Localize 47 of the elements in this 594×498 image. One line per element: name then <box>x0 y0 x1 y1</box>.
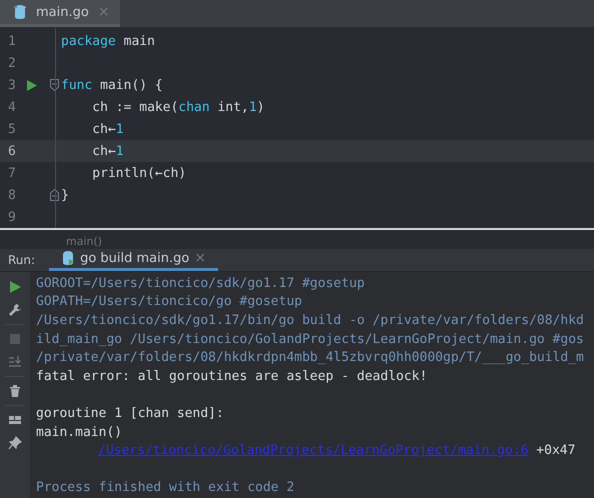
run-label: Run: <box>7 252 36 267</box>
close-icon[interactable]: × <box>98 4 110 20</box>
line-number: 4 <box>7 100 17 115</box>
code-token: main <box>122 34 155 49</box>
line-number: 1 <box>7 34 17 49</box>
code-token: 1 <box>248 100 257 115</box>
code-token: ) <box>256 100 265 115</box>
line-number: 2 <box>7 56 17 71</box>
code-token: int, <box>216 100 249 115</box>
code-token: chan <box>178 100 210 115</box>
line-number: 7 <box>7 166 17 181</box>
console-line: Process finished with exit code 2 <box>36 479 296 498</box>
console-line: /Users/tioncico/sdk/go1.17/bin/go build -o /private/var/folders/08/hkd <box>36 312 584 330</box>
line-number: 6 <box>7 144 17 159</box>
play-icon[interactable] <box>27 80 37 91</box>
fold-icon[interactable] <box>50 189 59 202</box>
breadcrumb[interactable]: main() <box>0 234 102 249</box>
line-number: 5 <box>7 122 17 137</box>
fold-icon[interactable] <box>50 79 59 92</box>
line-number: 9 <box>7 210 17 225</box>
console-line: /private/var/folders/08/hkdkrdpn4mbb_4l5zbvrq0hh0000gp/T/___go_build_m <box>36 349 584 368</box>
tab-label: main.go <box>36 4 89 20</box>
code-token: package <box>61 34 116 49</box>
code-token: ch← <box>91 122 116 137</box>
code-token: println(←ch) <box>91 166 186 181</box>
code-token: } <box>61 188 69 203</box>
close-icon[interactable]: × <box>194 250 206 266</box>
code-token: main() { <box>99 78 163 93</box>
console-line: fatal error: all goroutines are asleep - deadlock! <box>36 368 428 386</box>
code-token: 1 <box>116 122 124 137</box>
line-number: 3 <box>7 78 17 93</box>
tab-label: go build main.go <box>80 250 190 266</box>
pin-icon[interactable] <box>7 434 23 452</box>
run-tab[interactable]: go build main.go × <box>49 248 218 271</box>
console-line: GOROOT=/Users/tioncico/sdk/go1.17 #gosetup <box>36 274 366 293</box>
console-line: goroutine 1 [chan send]: <box>36 405 225 424</box>
editor-tab[interactable]: main.go × <box>0 0 120 28</box>
code-token: ch := make( <box>91 100 178 115</box>
console-line: main.main() <box>36 424 124 442</box>
file-link[interactable]: /Users/tioncico/GolandProjects/LearnGoProject/main.go:6 <box>98 443 528 458</box>
code-token: 1 <box>116 144 124 159</box>
code-token: ch← <box>91 144 116 159</box>
console-line: GOPATH=/Users/tioncico/go #gosetup <box>36 293 304 312</box>
code-token: func <box>61 78 92 93</box>
line-number: 8 <box>7 188 17 203</box>
console-line: ild_main_go /Users/tioncico/GolandProjects/LearnGoProject/main.go #gos <box>36 330 584 349</box>
offset-text: +0x47 <box>536 443 576 458</box>
